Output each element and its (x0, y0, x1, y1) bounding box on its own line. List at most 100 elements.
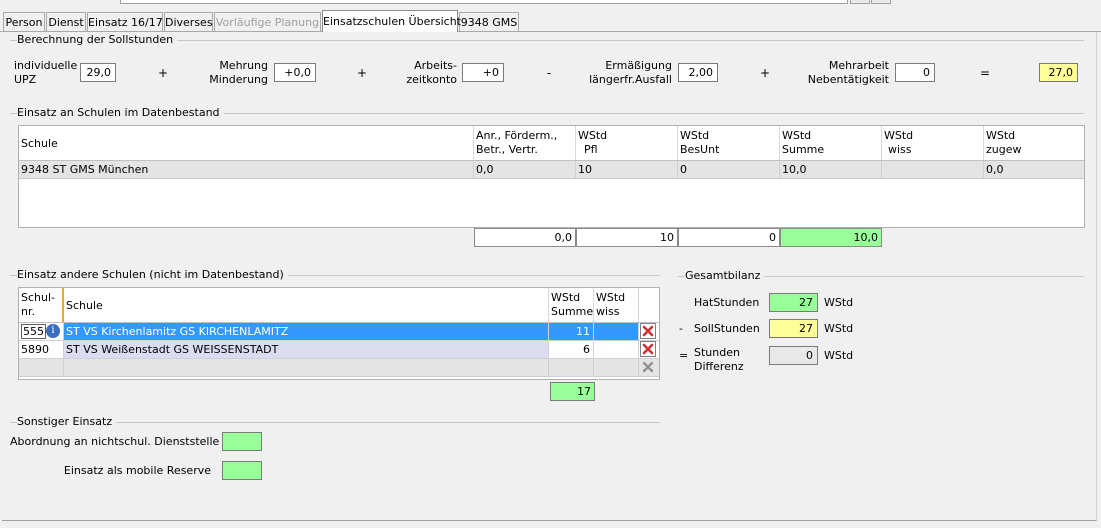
nebentaetigkeit-field[interactable]: 0 (895, 63, 935, 82)
cell-delete (639, 359, 659, 377)
sollstunden-result: 27,0 (1039, 63, 1078, 82)
arbeitszeitkonto-label: zeitkonto (406, 73, 457, 86)
cell-wstd-summe: 10,0 (780, 161, 882, 178)
cell-wstd-summe: 6 (549, 341, 594, 359)
mehrung-label: Mehrung (219, 59, 268, 72)
cell-schule: 9348 ST GMS München (19, 161, 474, 178)
column-header-schulnr[interactable]: Schul- nr. (19, 288, 64, 322)
column-header-wstd-pfl[interactable]: WStd Pfl (576, 126, 678, 160)
tab-person[interactable]: Person (3, 12, 45, 31)
header-line: Pfl (584, 143, 598, 156)
arbeitszeitkonto-field[interactable]: +0 (462, 63, 504, 82)
cell-schulnr[interactable]: 555 i (19, 323, 64, 341)
upz-label: individuelle (14, 59, 78, 72)
delete-icon[interactable] (640, 341, 656, 357)
header-line: nr. (21, 305, 35, 318)
tab-9348-gms[interactable]: 9348 GMS (459, 12, 519, 31)
top-button[interactable] (850, 0, 870, 4)
column-header-delete (639, 288, 659, 322)
mobile-reserve-field[interactable] (222, 461, 262, 480)
delete-disabled-icon (641, 360, 656, 375)
info-icon[interactable]: i (46, 324, 60, 338)
upz-field[interactable]: 29,0 (80, 63, 116, 82)
total-wstd-summe: 10,0 (780, 228, 882, 247)
header-line: WStd (680, 129, 710, 142)
column-header-wstd-summe[interactable]: WStd Summe (780, 126, 882, 160)
cell-delete (639, 323, 659, 341)
schulnr-edit[interactable]: 555 (21, 324, 46, 339)
cell-delete (639, 341, 659, 359)
differenz-label: Differenz (694, 360, 744, 373)
plus-operator: + (356, 66, 368, 80)
group-title-gesamtbilanz: Gesamtbilanz (685, 269, 765, 282)
cell-wstd-wiss[interactable] (594, 359, 639, 377)
minus-operator: - (546, 66, 552, 80)
tab-diverses[interactable]: Diverses (164, 12, 213, 31)
delete-icon[interactable] (640, 323, 656, 339)
cell-schule: ST VS Weißenstadt GS WEISSENSTADT (64, 341, 549, 359)
mehrung-minderung-field[interactable]: +0,0 (274, 63, 316, 82)
differenz-unit: WStd (824, 349, 854, 362)
cell-schule[interactable] (64, 359, 549, 377)
total-anrechnung: 0,0 (474, 228, 576, 247)
differenz-value: 0 (769, 346, 818, 365)
column-header-wstd-wiss[interactable]: WStd wiss (594, 288, 639, 322)
group-title-sollstunden: Berechnung der Sollstunden (17, 33, 178, 46)
tab-dienst[interactable]: Dienst (46, 12, 86, 31)
top-input-strip (120, 0, 848, 4)
sollstunden-unit: WStd (824, 322, 854, 335)
header-line: wiss (888, 143, 912, 156)
cell-wstd-wiss (594, 341, 639, 359)
sollstunden-label: SollStunden (694, 322, 760, 335)
group-title-datenbestand: Einsatz an Schulen im Datenbestand (17, 106, 224, 119)
header-line: WStd (782, 129, 812, 142)
total-wstd-besunt: 0 (678, 228, 780, 247)
ermaessigung-label: Ermäßigung (605, 59, 672, 72)
header-line: Anr., Förderm., (476, 129, 558, 142)
header-line: WStd (551, 291, 581, 304)
column-header-wstd-besunt[interactable]: WStd BesUnt (678, 126, 780, 160)
equals-operator: = (979, 66, 991, 80)
andere-schulen-total: 17 (550, 382, 595, 401)
minus-operator: - (679, 322, 683, 335)
arbeitszeitkonto-label: Arbeits- (414, 59, 457, 72)
tab-vorlaeufige-planung[interactable]: Vorläufige Planung (214, 12, 321, 31)
header-line: WStd (596, 291, 626, 304)
tab-einsatz[interactable]: Einsatz 16/17 (87, 12, 163, 31)
equals-operator: = (679, 349, 689, 362)
column-header-wstd-zugew[interactable]: WStd zugew (984, 126, 1084, 160)
ermaessigung-field[interactable]: 2,00 (678, 63, 718, 82)
cell-wstd-besunt: 0 (678, 161, 780, 178)
hatstunden-unit: WStd (824, 296, 854, 309)
header-line: Betr., Vertr. (476, 143, 538, 156)
tab-einsatzschulen-uebersicht[interactable]: Einsatzschulen Übersicht (322, 10, 461, 32)
cell-schulnr: 5890 (19, 341, 64, 359)
column-header-anrechnung[interactable]: Anr., Förderm., Betr., Vertr. (474, 126, 576, 160)
abordnung-field[interactable] (222, 432, 262, 451)
header-line: Schul- (21, 291, 55, 304)
column-header-schule[interactable]: Schule (19, 126, 474, 160)
cell-wstd-zugew: 0,0 (986, 163, 1004, 176)
hatstunden-label: HatStunden (694, 296, 760, 309)
column-header-wstd-wiss[interactable]: WStd wiss (882, 126, 984, 160)
table-row[interactable]: 9348 ST GMS München 0,0 10 0 10,0 0,0 (19, 161, 1084, 179)
cell-schulnr[interactable] (19, 359, 64, 377)
nebentaetigkeit-label: Nebentätigkeit (807, 73, 889, 86)
header-line: zugew (986, 143, 1022, 156)
cell-schule: ST VS Kirchenlamitz GS KIRCHENLAMITZ (64, 323, 549, 341)
group-title-andere-schulen: Einsatz andere Schulen (nicht im Datenbe… (17, 268, 288, 281)
top-button[interactable] (871, 0, 891, 4)
cell-wstd-summe[interactable] (549, 359, 594, 377)
column-header-wstd-summe[interactable]: WStd Summe (549, 288, 594, 322)
datenbestand-table: Schule Anr., Förderm., Betr., Vertr. WSt… (18, 125, 1085, 228)
cell-wstd-wiss (882, 161, 984, 178)
minderung-label: Minderung (209, 73, 268, 86)
group-title-sonstiger: Sonstiger Einsatz (17, 415, 117, 428)
header-line: Summe (782, 143, 825, 156)
column-header-schule[interactable]: Schule (64, 288, 549, 322)
header-line: WStd (578, 129, 608, 142)
header-line: Summe (551, 305, 594, 318)
cell-wstd-wiss (594, 323, 639, 341)
cell-wstd-pfl: 10 (576, 161, 678, 178)
total-wstd-pfl: 10 (576, 228, 678, 247)
